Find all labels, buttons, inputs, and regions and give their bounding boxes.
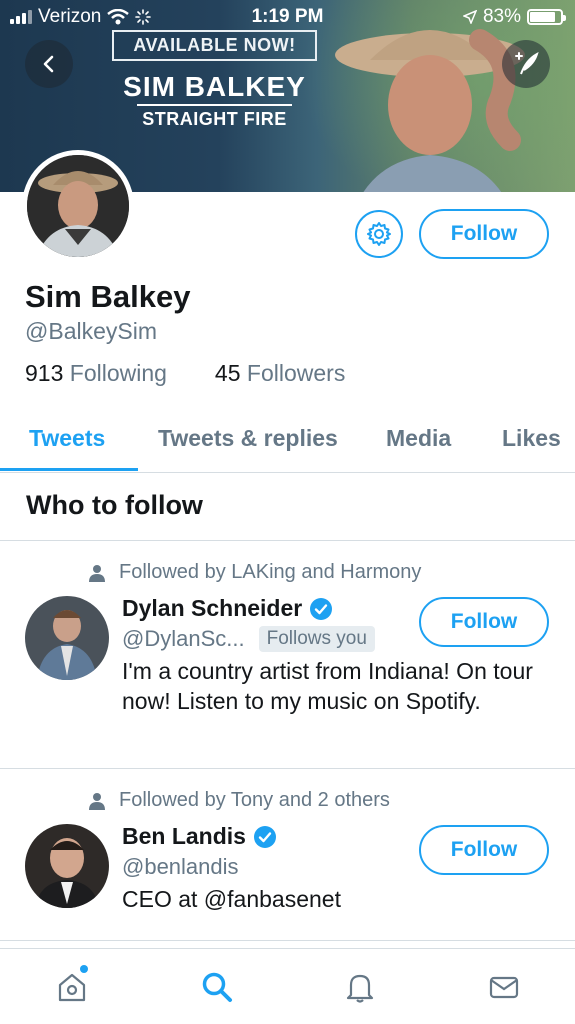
location-arrow-icon <box>462 10 477 24</box>
following-label: Following <box>69 360 167 386</box>
profile-handle: @BalkeySim <box>25 318 157 344</box>
followers-count: 45 <box>214 360 241 386</box>
search-icon <box>202 972 232 1002</box>
suggestion-name-text: Ben Landis <box>122 823 246 849</box>
battery-icon <box>527 9 566 25</box>
promo-artist: SIM BALKEY <box>123 71 306 102</box>
person-icon <box>89 792 105 810</box>
suggestion-handle: @benlandis <box>122 854 239 879</box>
back-button[interactable] <box>25 40 73 88</box>
promo-title: STRAIGHT FIRE <box>142 109 287 129</box>
profile-avatar[interactable] <box>22 150 134 262</box>
status-bar: Verizon 1:19 PM 83% <box>0 0 575 34</box>
active-tab-indicator <box>0 468 138 471</box>
suggestion-name[interactable]: Dylan Schneider <box>122 595 333 622</box>
back-arrow-icon <box>43 55 54 73</box>
suggestion-follow-button[interactable]: Follow <box>419 825 549 875</box>
suggestion-avatar[interactable] <box>25 596 109 680</box>
suggestion-name-text: Dylan Schneider <box>122 595 303 621</box>
social-context-text: Followed by LAKing and Harmony <box>119 561 422 583</box>
social-context: Followed by LAKing and Harmony <box>89 561 421 584</box>
verified-badge-icon <box>310 597 333 620</box>
profile-tabs: Tweets Tweets & replies Media Likes <box>0 418 575 473</box>
profile-name: Sim Balkey <box>25 279 191 314</box>
banner-promo: AVAILABLE NOW! SIM BALKEY STRAIGHT FIRE <box>112 30 317 130</box>
tab-media[interactable]: Media <box>386 425 451 452</box>
profile-stats: 913 Following 45 Followers <box>25 360 393 387</box>
suggestion-bio: CEO at @fanbasenet <box>122 886 341 912</box>
followers-stat[interactable]: 45 Followers <box>215 360 345 387</box>
nav-messages[interactable] <box>484 967 524 1007</box>
battery-percent: 83% <box>482 6 521 27</box>
suggestion-handle-row: @DylanSc... Follows you <box>122 626 375 652</box>
suggestion-handle-row: @benlandis <box>122 854 239 880</box>
avatar-photo <box>25 596 109 680</box>
nav-home[interactable] <box>52 965 92 1007</box>
notifications-bell-icon <box>346 974 374 1003</box>
followers-label: Followers <box>246 360 346 386</box>
following-count: 913 <box>25 360 64 386</box>
suggestion-avatar[interactable] <box>25 824 109 908</box>
nav-notifications[interactable] <box>340 967 380 1007</box>
profile-photo <box>27 155 129 257</box>
divider <box>0 940 575 941</box>
person-icon <box>89 564 105 582</box>
suggestion-name[interactable]: Ben Landis <box>122 823 277 850</box>
settings-gear-icon <box>367 222 391 246</box>
tab-tweets-replies[interactable]: Tweets & replies <box>158 425 338 452</box>
home-notification-dot <box>80 965 88 973</box>
suggestion-card[interactable]: Followed by Tony and 2 others Ben Landis… <box>0 769 575 941</box>
avatar-photo <box>25 824 109 908</box>
messages-envelope-icon <box>489 976 519 999</box>
suggestion-handle: @DylanSc... <box>122 626 245 651</box>
follows-you-badge: Follows you <box>258 626 375 652</box>
suggestion-bio: I'm a country artist from Indiana! On to… <box>122 658 533 714</box>
compose-tweet-icon <box>515 51 539 75</box>
promo-available: AVAILABLE NOW! <box>112 30 317 61</box>
settings-button[interactable] <box>355 210 403 258</box>
suggestion-card[interactable]: Followed by LAKing and Harmony Dylan Sch… <box>0 541 575 768</box>
compose-tweet-button[interactable] <box>502 40 550 88</box>
social-context-text: Followed by Tony and 2 others <box>119 789 390 811</box>
home-icon <box>58 973 86 1002</box>
profile-follow-button[interactable]: Follow <box>419 209 549 259</box>
bottom-nav <box>0 948 575 1024</box>
tab-likes[interactable]: Likes <box>502 425 561 452</box>
tab-tweets[interactable]: Tweets <box>29 425 105 452</box>
social-context: Followed by Tony and 2 others <box>89 789 390 812</box>
verified-badge-icon <box>253 825 276 848</box>
following-stat[interactable]: 913 Following <box>25 360 167 387</box>
suggestion-follow-button[interactable]: Follow <box>419 597 549 647</box>
nav-search[interactable] <box>197 967 237 1007</box>
who-to-follow-title: Who to follow <box>26 490 203 520</box>
